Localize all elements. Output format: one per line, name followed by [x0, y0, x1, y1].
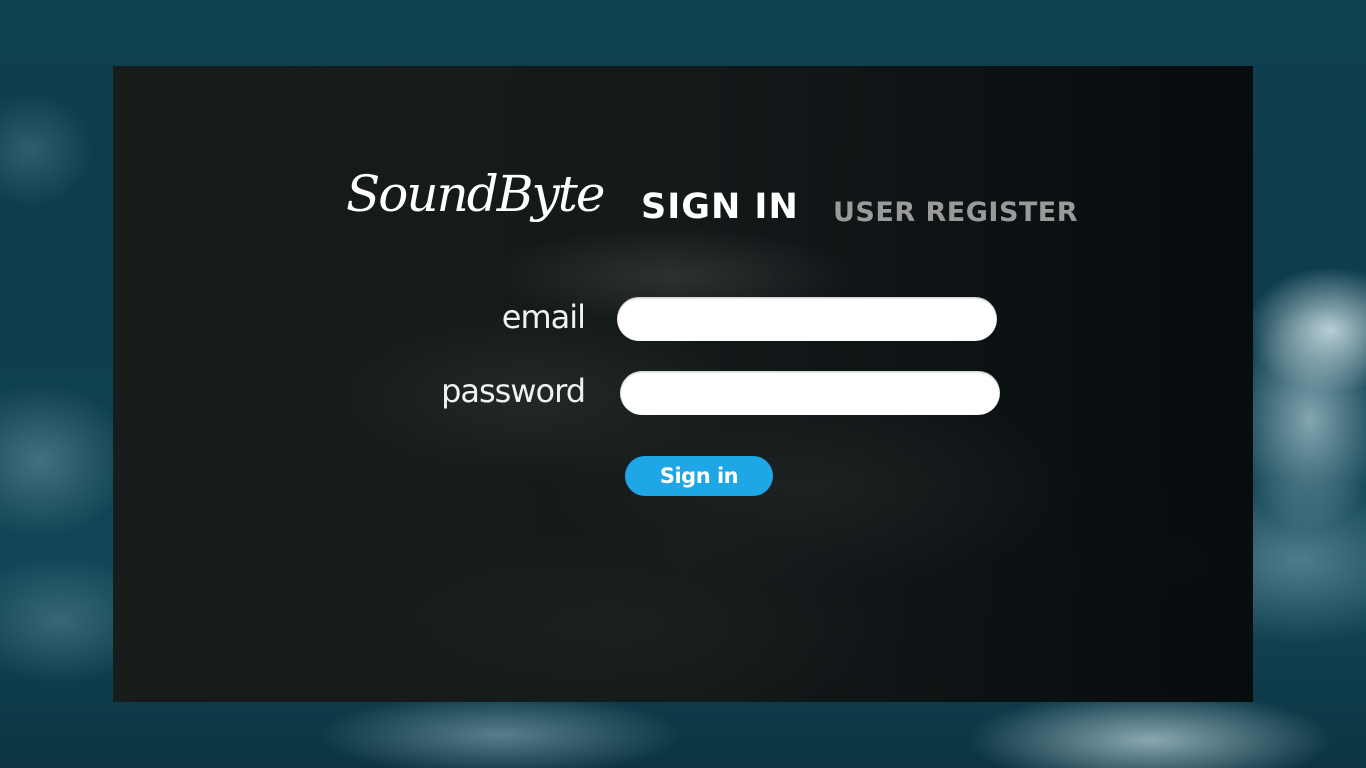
password-label: password — [441, 372, 586, 410]
password-field[interactable] — [620, 371, 1000, 415]
soundbyte-logo: SoundByte — [346, 165, 605, 223]
email-field[interactable] — [617, 297, 997, 341]
tab-user-register[interactable]: USER REGISTER — [833, 197, 1078, 228]
sign-in-button[interactable]: Sign in — [625, 456, 773, 496]
tab-sign-in[interactable]: SIGN IN — [641, 187, 799, 227]
email-label: email — [501, 298, 586, 336]
